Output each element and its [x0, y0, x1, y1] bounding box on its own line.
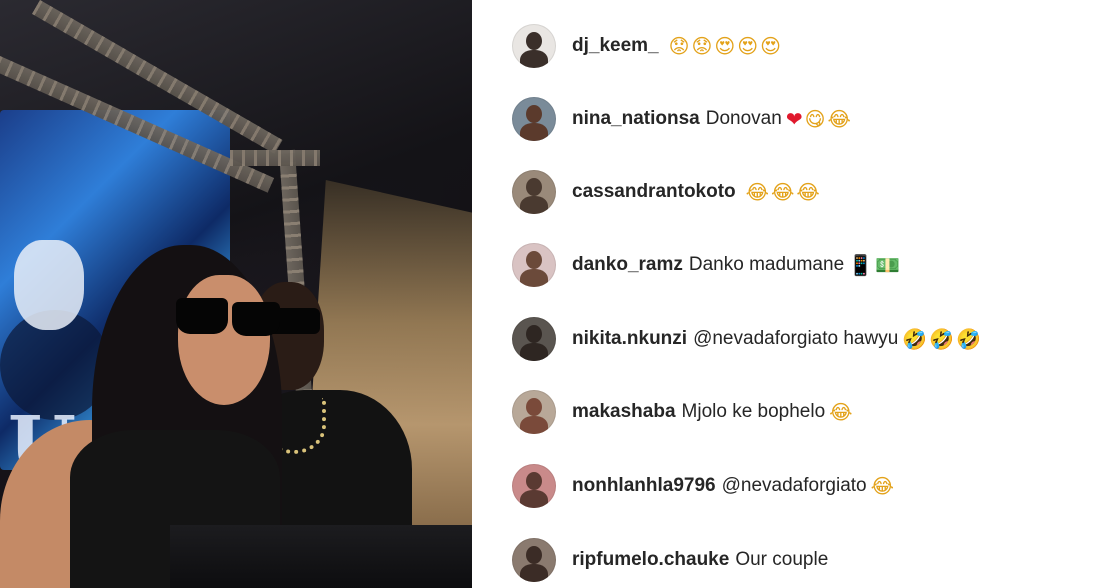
emoji-icon: 🤣 — [956, 327, 981, 351]
comment-username[interactable]: makashaba — [572, 401, 676, 423]
comment-username[interactable]: ripfumelo.chauke — [572, 549, 729, 571]
avatar[interactable] — [512, 243, 556, 287]
woman-sunglasses-left — [176, 298, 228, 334]
comment-row[interactable]: makashaba Mjolo ke bophelo 😂 — [512, 390, 855, 434]
comment-body: Danko madumane — [688, 254, 845, 275]
comment-username[interactable]: cassandrantokoto — [572, 181, 736, 203]
comments-list: dj_keem_ 😟 😟 😍 😍 😍 nina_nationsa Donovan ❤ 😋 😂 cass… — [472, 0, 1120, 588]
emoji-icon: 😂 — [870, 474, 894, 498]
comment-text: cassandrantokoto 😂 😂 😂 — [572, 181, 822, 203]
comment-body: @nevadaforgiato — [721, 475, 867, 496]
avatar[interactable] — [512, 390, 556, 434]
emoji-icon: 😂 — [827, 107, 851, 131]
emoji-strip: 🤣 🤣 🤣 — [902, 329, 983, 349]
comment-row[interactable]: cassandrantokoto 😂 😂 😂 — [512, 170, 822, 214]
comment-text: nikita.nkunzi @nevadaforgiato hawyu 🤣 🤣 🤣 — [572, 328, 983, 350]
comment-body: Mjolo ke bophelo — [681, 401, 826, 422]
avatar-head — [526, 251, 542, 269]
woman-face — [178, 275, 270, 405]
avatar-body — [520, 564, 548, 582]
comment-text: nonhlanhla9796 @nevadaforgiato 😂 — [572, 475, 896, 497]
comment-row[interactable]: nikita.nkunzi @nevadaforgiato hawyu 🤣 🤣 🤣 — [512, 317, 983, 361]
woman-sunglasses-right — [232, 302, 280, 336]
avatar-head — [526, 32, 542, 50]
avatar[interactable] — [512, 97, 556, 141]
comment-text: nina_nationsa Donovan ❤ 😋 😂 — [572, 108, 853, 130]
emoji-icon: 🤣 — [902, 327, 928, 351]
emoji-icon: 😋 — [804, 107, 826, 131]
emoji-icon: 😂 — [745, 180, 770, 204]
avatar-head — [526, 178, 542, 196]
avatar-body — [520, 416, 548, 434]
avatar-body — [520, 196, 548, 214]
emoji-icon: 💵 — [875, 253, 900, 277]
comment-body: @nevadaforgiato hawyu — [693, 328, 899, 349]
emoji-strip: ❤ 😋 😂 — [786, 109, 853, 129]
emoji-icon: 🤣 — [929, 327, 955, 351]
comment-username[interactable]: nina_nationsa — [572, 108, 700, 130]
avatar-head — [526, 398, 542, 416]
emoji-icon: 😟 — [691, 34, 713, 58]
emoji-icon: 😍 — [760, 34, 781, 58]
avatar-body — [520, 269, 548, 287]
avatar-body — [520, 123, 548, 141]
emoji-strip: 😟 😟 😍 😍 😍 — [669, 36, 783, 56]
avatar-body — [520, 50, 548, 68]
comment-text: danko_ramz Danko madumane 📱 💵 — [572, 254, 902, 276]
avatar-head — [526, 472, 542, 490]
avatar-head — [526, 546, 542, 564]
comment-text: makashaba Mjolo ke bophelo 😂 — [572, 401, 855, 423]
emoji-icon: ❤ — [785, 107, 803, 131]
comment-username[interactable]: nikita.nkunzi — [572, 328, 687, 350]
avatar-body — [520, 490, 548, 508]
comment-username[interactable]: dj_keem_ — [572, 35, 659, 57]
avatar[interactable] — [512, 24, 556, 68]
avatar[interactable] — [512, 170, 556, 214]
avatar[interactable] — [512, 464, 556, 508]
emoji-icon: 😟 — [668, 34, 690, 58]
emoji-icon: 😍 — [737, 34, 759, 58]
led-screen-face — [14, 240, 84, 330]
screenshot-frame: U O dj_keem_😟😟😍😍😍nina_nationsaDonovan❤😋😂… — [0, 0, 1120, 588]
comment-row[interactable]: nonhlanhla9796 @nevadaforgiato 😂 — [512, 464, 896, 508]
comment-text: ripfumelo.chauke Our couple — [572, 549, 828, 571]
comment-row[interactable]: dj_keem_ 😟 😟 😍 😍 😍 — [512, 24, 783, 68]
comment-row[interactable]: nina_nationsa Donovan ❤ 😋 😂 — [512, 97, 853, 141]
emoji-icon: 😂 — [829, 400, 853, 424]
comment-text: dj_keem_ 😟 😟 😍 😍 😍 — [572, 35, 783, 57]
comment-username[interactable]: nonhlanhla9796 — [572, 475, 716, 497]
avatar[interactable] — [512, 317, 556, 361]
emoji-icon: 😂 — [796, 180, 820, 204]
avatar-head — [526, 325, 542, 343]
comment-row[interactable]: ripfumelo.chauke Our couple — [512, 538, 828, 582]
comment-username[interactable]: danko_ramz — [572, 254, 683, 276]
dj-desk — [170, 525, 472, 588]
event-photo: U O — [0, 0, 472, 588]
emoji-strip: 😂 😂 😂 — [746, 182, 822, 202]
avatar-head — [526, 105, 542, 123]
comment-body: Donovan — [705, 108, 782, 129]
emoji-icon: 😍 — [714, 34, 736, 58]
avatar[interactable] — [512, 538, 556, 582]
emoji-icon: 😂 — [771, 180, 795, 204]
emoji-icon: 📱 — [848, 253, 874, 277]
emoji-strip: 😂 — [871, 476, 896, 496]
emoji-strip: 😂 — [829, 402, 854, 422]
emoji-strip: 📱 💵 — [848, 255, 902, 275]
avatar-body — [520, 343, 548, 361]
truss-beam — [230, 150, 320, 166]
comment-body: Our couple — [735, 549, 829, 570]
comment-row[interactable]: danko_ramz Danko madumane 📱 💵 — [512, 243, 902, 287]
